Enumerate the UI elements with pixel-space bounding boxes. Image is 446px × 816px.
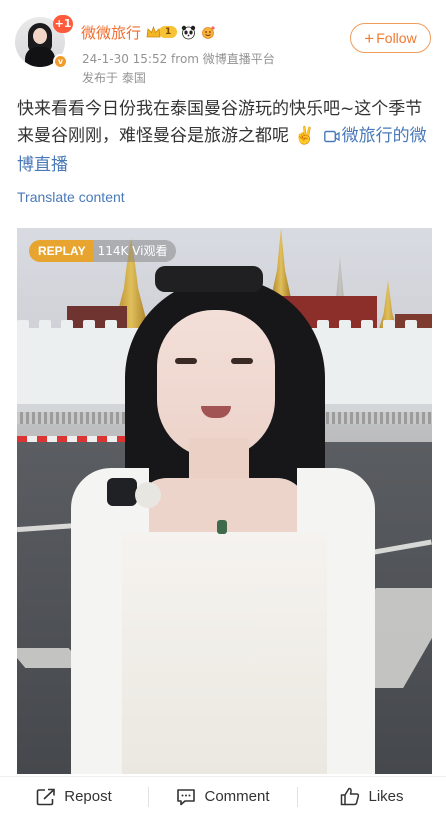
wall-crenel: [339, 320, 351, 334]
like-button[interactable]: Likes: [298, 777, 446, 816]
name-row: 微微旅行 1: [81, 22, 215, 42]
repost-icon: [36, 788, 56, 805]
replay-badge: REPLAY 114K Vi观看: [29, 240, 177, 262]
wall-crenel: [61, 320, 73, 334]
crown-icon: [146, 25, 161, 39]
panda-icon: [181, 25, 196, 40]
wall-crenel: [383, 320, 395, 334]
microphone: [107, 478, 137, 506]
comment-button[interactable]: Comment: [149, 777, 297, 816]
like-icon: [341, 787, 360, 806]
username[interactable]: 微微旅行: [81, 22, 141, 43]
translate-link[interactable]: Translate content: [17, 189, 125, 205]
view-count: 114K Vi观看: [92, 240, 177, 262]
wall-crenel: [105, 320, 117, 334]
member-level-badge[interactable]: 1: [146, 25, 178, 39]
person-eye: [175, 358, 197, 364]
wall-crenel: [361, 320, 373, 334]
person-face: [157, 310, 275, 458]
sunglasses: [155, 266, 263, 292]
live-replay-video[interactable]: REPLAY 114K Vi观看: [17, 228, 432, 774]
replay-label: REPLAY: [29, 240, 93, 262]
avatar[interactable]: +1 v: [15, 15, 73, 69]
comment-label: Comment: [204, 788, 270, 805]
action-bar: Repost Comment Likes: [0, 776, 446, 816]
person-eye: [231, 358, 253, 364]
comment-icon: [177, 788, 196, 805]
post-time-source: 24-1-30 15:52 from 微博直播平台: [82, 52, 275, 66]
follow-label: Follow: [376, 30, 417, 46]
pendant: [217, 520, 227, 534]
post-body: 快来看看今日份我在泰国曼谷游玩的快乐吧~这个季节来曼谷刚刚，难怪曼谷是旅游之都呢…: [17, 96, 432, 179]
wall-crenel: [83, 320, 95, 334]
plus-badge: +1: [53, 15, 73, 33]
wall-crenel: [17, 320, 29, 334]
post-header: +1 v 微微旅行 1 + Follow 24-1-30 15:52 from …: [0, 0, 446, 90]
follow-button[interactable]: + Follow: [350, 23, 431, 53]
wall-crenel: [39, 320, 51, 334]
repost-button[interactable]: Repost: [0, 777, 148, 816]
wall-crenel: [405, 320, 417, 334]
likes-label: Likes: [368, 788, 404, 805]
microphone-windscreen: [135, 482, 161, 508]
wall-crenel: [317, 320, 329, 334]
verified-badge: v: [53, 54, 68, 69]
level-number: 1: [159, 26, 178, 38]
sun-icon: [200, 25, 215, 40]
dress: [122, 532, 327, 774]
video-link-icon[interactable]: [323, 125, 340, 152]
victory-emoji: ✌️: [294, 126, 316, 146]
repost-label: Repost: [64, 788, 112, 805]
post-location: 发布于 泰国: [82, 71, 146, 85]
plus-icon: +: [364, 28, 375, 48]
